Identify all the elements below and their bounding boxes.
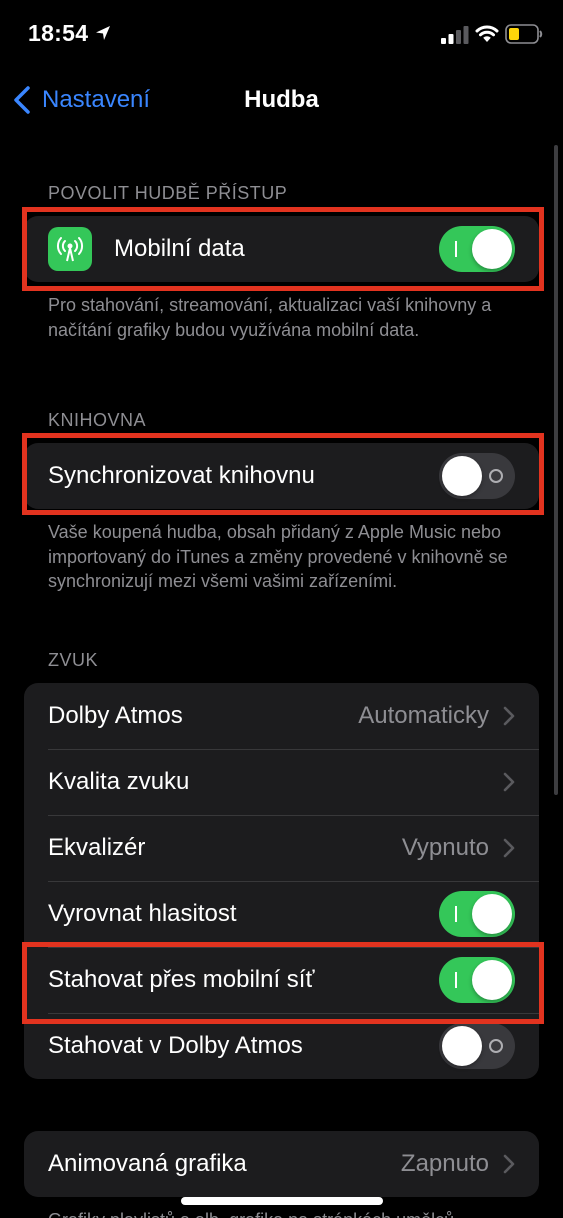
chevron-right-icon: [503, 772, 515, 792]
home-indicator[interactable]: [181, 1197, 383, 1205]
sound-check-toggle[interactable]: [439, 891, 515, 937]
download-dolby-label: Stahovat v Dolby Atmos: [48, 1032, 303, 1059]
download-dolby-toggle[interactable]: [439, 1023, 515, 1069]
location-arrow-icon: [96, 26, 110, 40]
row-audio-quality[interactable]: Kvalita zvuku: [24, 749, 539, 815]
wifi-icon: [475, 25, 499, 42]
access-footnote: Pro stahování, streamování, aktualizaci …: [48, 295, 492, 340]
chevron-right-icon: [503, 1154, 515, 1174]
chevron-right-icon: [503, 838, 515, 858]
cellular-signal-icon: [441, 26, 469, 44]
dolby-atmos-label: Dolby Atmos: [48, 702, 183, 729]
animated-artwork-value: Zapnuto: [400, 1150, 489, 1177]
artwork-footnote: Grafiky playlistů a alb, grafika na strá…: [48, 1208, 518, 1218]
page-title: Hudba: [244, 86, 319, 113]
section-header-sound: ZVUK: [48, 650, 99, 670]
scrollbar[interactable]: [554, 145, 558, 795]
highlight-box-download-cellular: [22, 942, 544, 1024]
section-header-library: KNIHOVNA: [48, 410, 147, 430]
group-artwork: Animovaná grafika Zapnuto: [24, 1131, 539, 1197]
navigation-bar: Nastavení Hudba: [0, 70, 563, 130]
highlight-box-mobile-data: [22, 207, 544, 291]
equalizer-value: Vypnuto: [401, 834, 489, 861]
row-animated-artwork[interactable]: Animovaná grafika Zapnuto: [24, 1131, 539, 1197]
section-header-access: POVOLIT HUDBĚ PŘÍSTUP: [48, 183, 288, 203]
highlight-box-sync-library: [22, 433, 544, 515]
battery-icon: [505, 24, 543, 44]
sound-check-label: Vyrovnat hlasitost: [48, 900, 237, 927]
equalizer-label: Ekvalizér: [48, 834, 146, 861]
row-equalizer[interactable]: Ekvalizér Vypnuto: [24, 815, 539, 881]
library-footnote: Vaše koupená hudba, obsah přidaný z Appl…: [48, 522, 508, 591]
status-bar: 18:54: [0, 0, 563, 70]
row-sound-check[interactable]: Vyrovnat hlasitost: [24, 881, 539, 947]
chevron-right-icon: [503, 706, 515, 726]
animated-artwork-label: Animovaná grafika: [48, 1150, 247, 1177]
audio-quality-label: Kvalita zvuku: [48, 768, 190, 795]
dolby-atmos-value: Automaticky: [358, 702, 489, 729]
status-time: 18:54: [28, 20, 89, 46]
row-dolby-atmos[interactable]: Dolby Atmos Automaticky: [24, 683, 539, 749]
